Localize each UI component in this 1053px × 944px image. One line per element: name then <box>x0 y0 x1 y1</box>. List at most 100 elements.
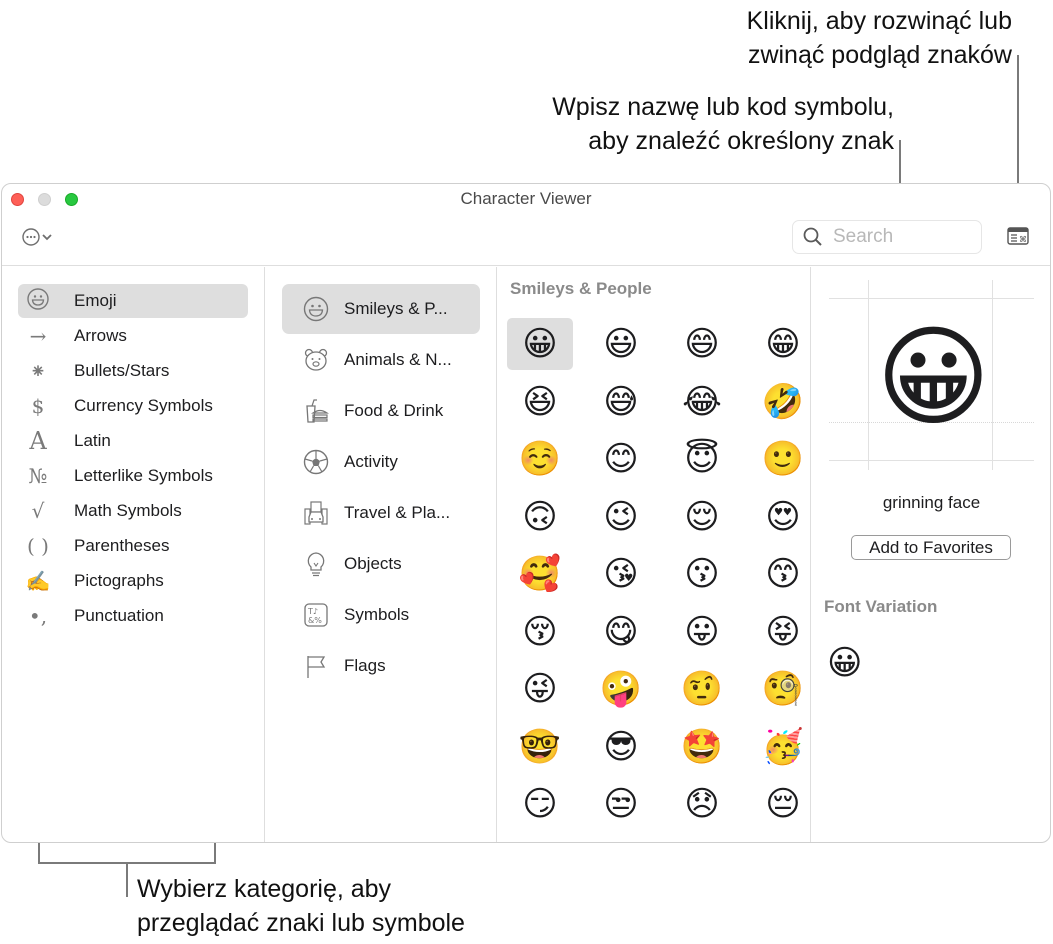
svg-text:T♪: T♪ <box>307 607 318 616</box>
emoji-cell[interactable]: ☺️ <box>507 433 573 485</box>
subcategory-label: Food & Drink <box>344 401 444 420</box>
emoji-cell[interactable]: 🧐 <box>750 663 816 715</box>
emoji-cell[interactable]: 😅 <box>588 376 654 428</box>
emoji-cell[interactable]: 😙 <box>750 548 816 600</box>
category-bullets-stars[interactable]: ⁕ Bullets/Stars <box>18 354 248 388</box>
building-car-icon <box>302 499 330 527</box>
emoji-cell[interactable]: 😁 <box>750 318 816 370</box>
category-label: Math Symbols <box>74 501 182 520</box>
subcategory-activity[interactable]: Activity <box>282 437 480 487</box>
emoji-cell[interactable]: 😄 <box>669 318 735 370</box>
action-menu-button[interactable] <box>22 228 52 246</box>
emoji-cell[interactable]: 😉 <box>588 491 654 543</box>
emoji-cell[interactable]: 🥳 <box>750 721 816 773</box>
subcategory-label: Smileys & P... <box>344 299 448 318</box>
font-variation-title: Font Variation <box>824 597 938 616</box>
emoji-cell[interactable]: 🤩 <box>669 721 735 773</box>
category-label: Latin <box>74 431 111 450</box>
category-label: Bullets/Stars <box>74 361 170 380</box>
callout-preview-toggle: Kliknij, aby rozwinąć lub zwinąć podgląd… <box>746 7 1012 69</box>
subcategory-label: Animals & N... <box>344 350 452 369</box>
subcategory-flags[interactable]: Flags <box>282 641 480 691</box>
emoji-cell[interactable]: 🥰 <box>507 548 573 600</box>
subcategory-animals-nature[interactable]: Animals & N... <box>282 335 480 385</box>
preview-glyph: 😀 <box>876 316 991 439</box>
emoji-cell[interactable]: 😆 <box>507 376 573 428</box>
category-label: Arrows <box>74 326 127 345</box>
subcategory-label: Symbols <box>344 605 410 624</box>
subcategory-label: Objects <box>344 554 402 573</box>
emoji-cell[interactable]: 😛 <box>669 606 735 658</box>
category-label: Emoji <box>74 291 117 310</box>
emoji-cell[interactable]: 😂 <box>669 376 735 428</box>
category-label: Letterlike Symbols <box>74 466 213 485</box>
emoji-grid: 😀 😃 😄 😁 😆 😅 😂 🤣 ☺️ 😊 😇 🙂 🙃 😉 😌 😍 🥰 😘 😗 😙 😚 😋 😛 😝 😜 🤪 🤨 🧐 🤓 😎 🤩 🥳 😏 😒 😞 😔 <box>507 318 828 836</box>
subcategory-symbols[interactable]: T♪ &% Symbols <box>282 590 480 640</box>
callout-bracket-right <box>214 842 216 864</box>
emoji-cell[interactable]: 🙂 <box>750 433 816 485</box>
category-letterlike-symbols[interactable]: № Letterlike Symbols <box>18 459 248 493</box>
square-root-icon: √ <box>31 499 45 523</box>
preview-panel: 😀 grinning face Add to Favorites Font Va… <box>811 267 1050 842</box>
svg-text:⌘: ⌘ <box>1019 235 1027 244</box>
emoji-cell[interactable]: 😜 <box>507 663 573 715</box>
emoji-cell[interactable]: 😃 <box>588 318 654 370</box>
emoji-cell[interactable]: 🤪 <box>588 663 654 715</box>
emoji-cell[interactable]: 😏 <box>507 778 573 830</box>
category-math-symbols[interactable]: √ Math Symbols <box>18 494 248 528</box>
subcategory-food-drink[interactable]: Food & Drink <box>282 386 480 436</box>
guide-line <box>992 280 993 470</box>
callout-search: Wpisz nazwę lub kod symbolu, aby znaleźć… <box>552 93 894 155</box>
emoji-cell[interactable]: 🙃 <box>507 491 573 543</box>
numero-sign-icon: № <box>28 464 48 488</box>
emoji-cell[interactable]: 😚 <box>507 606 573 658</box>
emoji-cell[interactable]: 😗 <box>669 548 735 600</box>
emoji-cell[interactable]: 🤣 <box>750 376 816 428</box>
category-parentheses[interactable]: ( ) Parentheses <box>18 529 248 563</box>
emoji-cell[interactable]: 😌 <box>669 491 735 543</box>
category-currency-symbols[interactable]: $ Currency Symbols <box>18 389 248 423</box>
emoji-cell[interactable]: 😊 <box>588 433 654 485</box>
emoji-cell[interactable]: 😀 <box>507 318 573 370</box>
emoji-cell[interactable]: 😝 <box>750 606 816 658</box>
emoji-cell[interactable]: 🤨 <box>669 663 735 715</box>
search-field[interactable] <box>792 220 982 254</box>
subcategory-smileys-people[interactable]: Smileys & P... <box>282 284 480 334</box>
emoji-cell[interactable]: 😒 <box>588 778 654 830</box>
guide-line <box>829 460 1034 461</box>
subcategory-list: Smileys & P... Animals & N... Food & Dri… <box>265 267 497 842</box>
category-latin[interactable]: A Latin <box>18 424 248 458</box>
emoji-category-icon <box>18 287 58 315</box>
emoji-cell[interactable]: 😔 <box>750 778 816 830</box>
emoji-cell[interactable]: 😞 <box>669 778 735 830</box>
symbols-icon: T♪ &% <box>302 601 330 629</box>
add-to-favorites-button[interactable]: Add to Favorites <box>851 535 1011 560</box>
category-list: Emoji → Arrows ⁕ Bullets/Stars $ Currenc… <box>2 267 265 842</box>
subcategory-travel-places[interactable]: Travel & Pla... <box>282 488 480 538</box>
subcategory-objects[interactable]: Objects <box>282 539 480 589</box>
category-arrows[interactable]: → Arrows <box>18 319 248 353</box>
category-pictographs[interactable]: ✍ Pictographs <box>18 564 248 598</box>
emoji-cell[interactable]: 😋 <box>588 606 654 658</box>
glyph-preview: 😀 <box>829 280 1034 470</box>
bear-icon <box>302 346 330 374</box>
emoji-cell[interactable]: 😘 <box>588 548 654 600</box>
category-label: Currency Symbols <box>74 396 213 415</box>
soccer-ball-icon <box>302 448 330 476</box>
window-title: Character Viewer <box>460 189 592 208</box>
emoji-cell[interactable]: 😇 <box>669 433 735 485</box>
ellipsis-circle-icon <box>22 228 40 246</box>
category-emoji[interactable]: Emoji <box>18 284 248 318</box>
arrow-icon: → <box>29 324 47 348</box>
writing-hand-icon: ✍ <box>25 569 51 593</box>
emoji-cell[interactable]: 🤓 <box>507 721 573 773</box>
font-variation-glyph[interactable]: 😀 <box>827 643 862 683</box>
keyboard-viewer-icon[interactable]: ⌘ <box>1007 226 1029 246</box>
search-icon <box>803 227 822 246</box>
category-punctuation[interactable]: •, Punctuation <box>18 599 248 633</box>
emoji-cell[interactable]: 😍 <box>750 491 816 543</box>
emoji-cell[interactable]: 😎 <box>588 721 654 773</box>
punctuation-icon: •, <box>28 604 48 628</box>
guide-line <box>868 280 869 470</box>
search-input[interactable] <box>833 226 963 248</box>
